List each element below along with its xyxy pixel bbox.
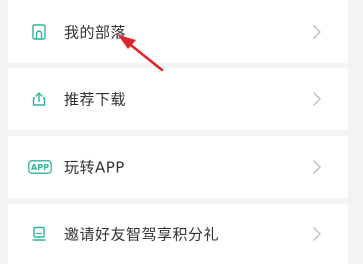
app-badge-text: APP [31,163,49,172]
chevron-right-icon [313,92,321,106]
house-icon [32,23,46,40]
menu-item-label: 玩转APP [64,158,125,177]
menu-item-label: 邀请好友智驾享积分礼 [64,225,220,244]
menu-item-recommend-download[interactable]: 推荐下载 [8,68,348,130]
menu-item-my-tribe[interactable]: 我的部落 [8,0,348,63]
chevron-right-icon [313,160,321,174]
menu-item-label: 推荐下载 [64,90,127,109]
app-badge-icon: APP [28,160,52,174]
menu-card-my-tribe: 我的部落 [8,0,348,63]
menu-card-recommend-download: 推荐下载 [8,68,348,130]
menu-item-invite-friends[interactable]: 邀请好友智驾享积分礼 [8,204,348,264]
menu-card-play-app: APP 玩转APP [8,136,348,198]
invite-gift-icon [32,226,46,242]
chevron-right-icon [313,227,321,241]
screen: 我的部落 推荐下载 APP 玩转APP 邀请好友智驾享积分礼 [0,0,363,264]
menu-item-label: 我的部落 [64,23,127,41]
share-upload-icon [32,92,46,107]
menu-item-play-app[interactable]: APP 玩转APP [8,136,348,198]
menu-card-invite-friends: 邀请好友智驾享积分礼 [8,204,348,264]
chevron-right-icon [313,24,321,39]
